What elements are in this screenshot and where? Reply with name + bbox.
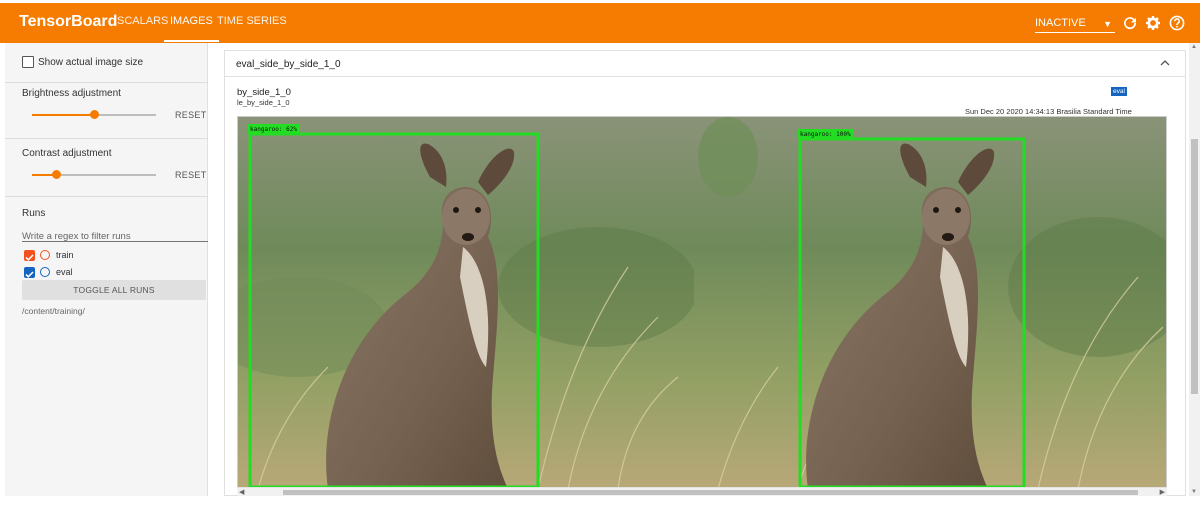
tab-time-series[interactable]: TIME SERIES [217, 3, 287, 43]
image-horizontal-scrollbar[interactable]: ◀ ▶ [237, 487, 1167, 496]
contrast-slider-knob[interactable] [52, 170, 62, 179]
run-checkbox-eval[interactable] [24, 267, 35, 278]
tab-scalars[interactable]: SCALARS [117, 3, 168, 43]
image-subtitle: le_by_side_1_0 [237, 98, 290, 107]
card-header[interactable]: eval_side_by_side_1_0 [225, 51, 1185, 77]
runs-filter-placeholder: Write a regex to filter runs [22, 231, 131, 242]
refresh-icon[interactable] [1122, 15, 1138, 31]
help-icon[interactable] [1169, 15, 1185, 31]
sidebar: Show actual image size Brightness adjust… [5, 43, 208, 496]
toggle-all-runs-button[interactable]: TOGGLE ALL RUNS [22, 280, 206, 300]
image-title: by_side_1_0 [237, 87, 291, 98]
brightness-slider[interactable] [32, 110, 156, 119]
run-color-circle-eval[interactable] [40, 267, 50, 277]
scroll-up-icon[interactable]: ▲ [1191, 44, 1197, 50]
top-app-bar: TensorBoard SCALARS IMAGES TIME SERIES I… [0, 0, 1200, 43]
chevron-up-icon[interactable] [1160, 59, 1170, 67]
run-color-circle-train[interactable] [40, 250, 50, 260]
run-item-train[interactable]: train [24, 249, 204, 263]
side-by-side-image: kangaroo: 62% kangaroo: 100% [237, 116, 1167, 488]
right-detection-label: kangaroo: 100% [800, 131, 851, 138]
contrast-section: Contrast adjustment RESET [5, 139, 208, 197]
run-badge: eval [1111, 87, 1127, 96]
run-checkbox-train[interactable] [24, 250, 35, 261]
kangaroo-image: kangaroo: 62% kangaroo: 100% [238, 117, 1166, 487]
runs-section: Runs Write a regex to filter runs train … [5, 198, 208, 318]
show-actual-size-checkbox[interactable] [22, 56, 34, 68]
check-icon [25, 271, 34, 278]
brightness-section: Brightness adjustment RESET [5, 83, 208, 139]
runs-title: Runs [22, 208, 46, 219]
horizontal-scrollbar-thumb[interactable] [283, 490, 1138, 495]
contrast-reset-button[interactable]: RESET [175, 170, 207, 180]
scroll-down-icon[interactable]: ▼ [1191, 489, 1197, 495]
card-title: eval_side_by_side_1_0 [236, 59, 341, 70]
gear-icon[interactable] [1145, 15, 1161, 31]
reload-status-select[interactable]: INACTIVE ▼ [1035, 15, 1115, 33]
brightness-slider-fill [32, 114, 94, 116]
tensorboard-app: TensorBoard SCALARS IMAGES TIME SERIES I… [0, 0, 1200, 505]
run-name-train: train [56, 250, 74, 260]
show-actual-size-section: Show actual image size [5, 43, 208, 83]
page-vertical-scrollbar[interactable]: ▲ ▼ [1189, 43, 1200, 496]
log-dir: /content/training/ [22, 306, 85, 316]
run-item-eval[interactable]: eval [24, 266, 204, 280]
chevron-down-icon: ▼ [1103, 19, 1112, 29]
image-timestamp: Sun Dec 20 2020 14:34:13 Brasilia Standa… [965, 107, 1132, 116]
contrast-slider[interactable] [32, 170, 156, 179]
brightness-reset-button[interactable]: RESET [175, 110, 207, 120]
run-name-eval: eval [56, 267, 73, 277]
app-title: TensorBoard [19, 13, 118, 30]
contrast-label: Contrast adjustment [22, 148, 112, 159]
scroll-right-icon[interactable]: ▶ [1160, 488, 1165, 496]
reload-status-value: INACTIVE [1035, 17, 1086, 29]
show-actual-size-label: Show actual image size [38, 57, 144, 68]
image-card-group: eval_side_by_side_1_0 by_side_1_0 le_by_… [224, 50, 1186, 496]
tab-images[interactable]: IMAGES [164, 3, 219, 42]
left-detection-label: kangaroo: 62% [250, 126, 297, 133]
brightness-slider-knob[interactable] [89, 110, 99, 119]
check-icon [25, 254, 34, 261]
runs-filter-input[interactable]: Write a regex to filter runs [22, 226, 208, 242]
scroll-left-icon[interactable]: ◀ [239, 488, 244, 496]
brightness-label: Brightness adjustment [22, 88, 121, 99]
vertical-scrollbar-thumb[interactable] [1191, 139, 1198, 394]
